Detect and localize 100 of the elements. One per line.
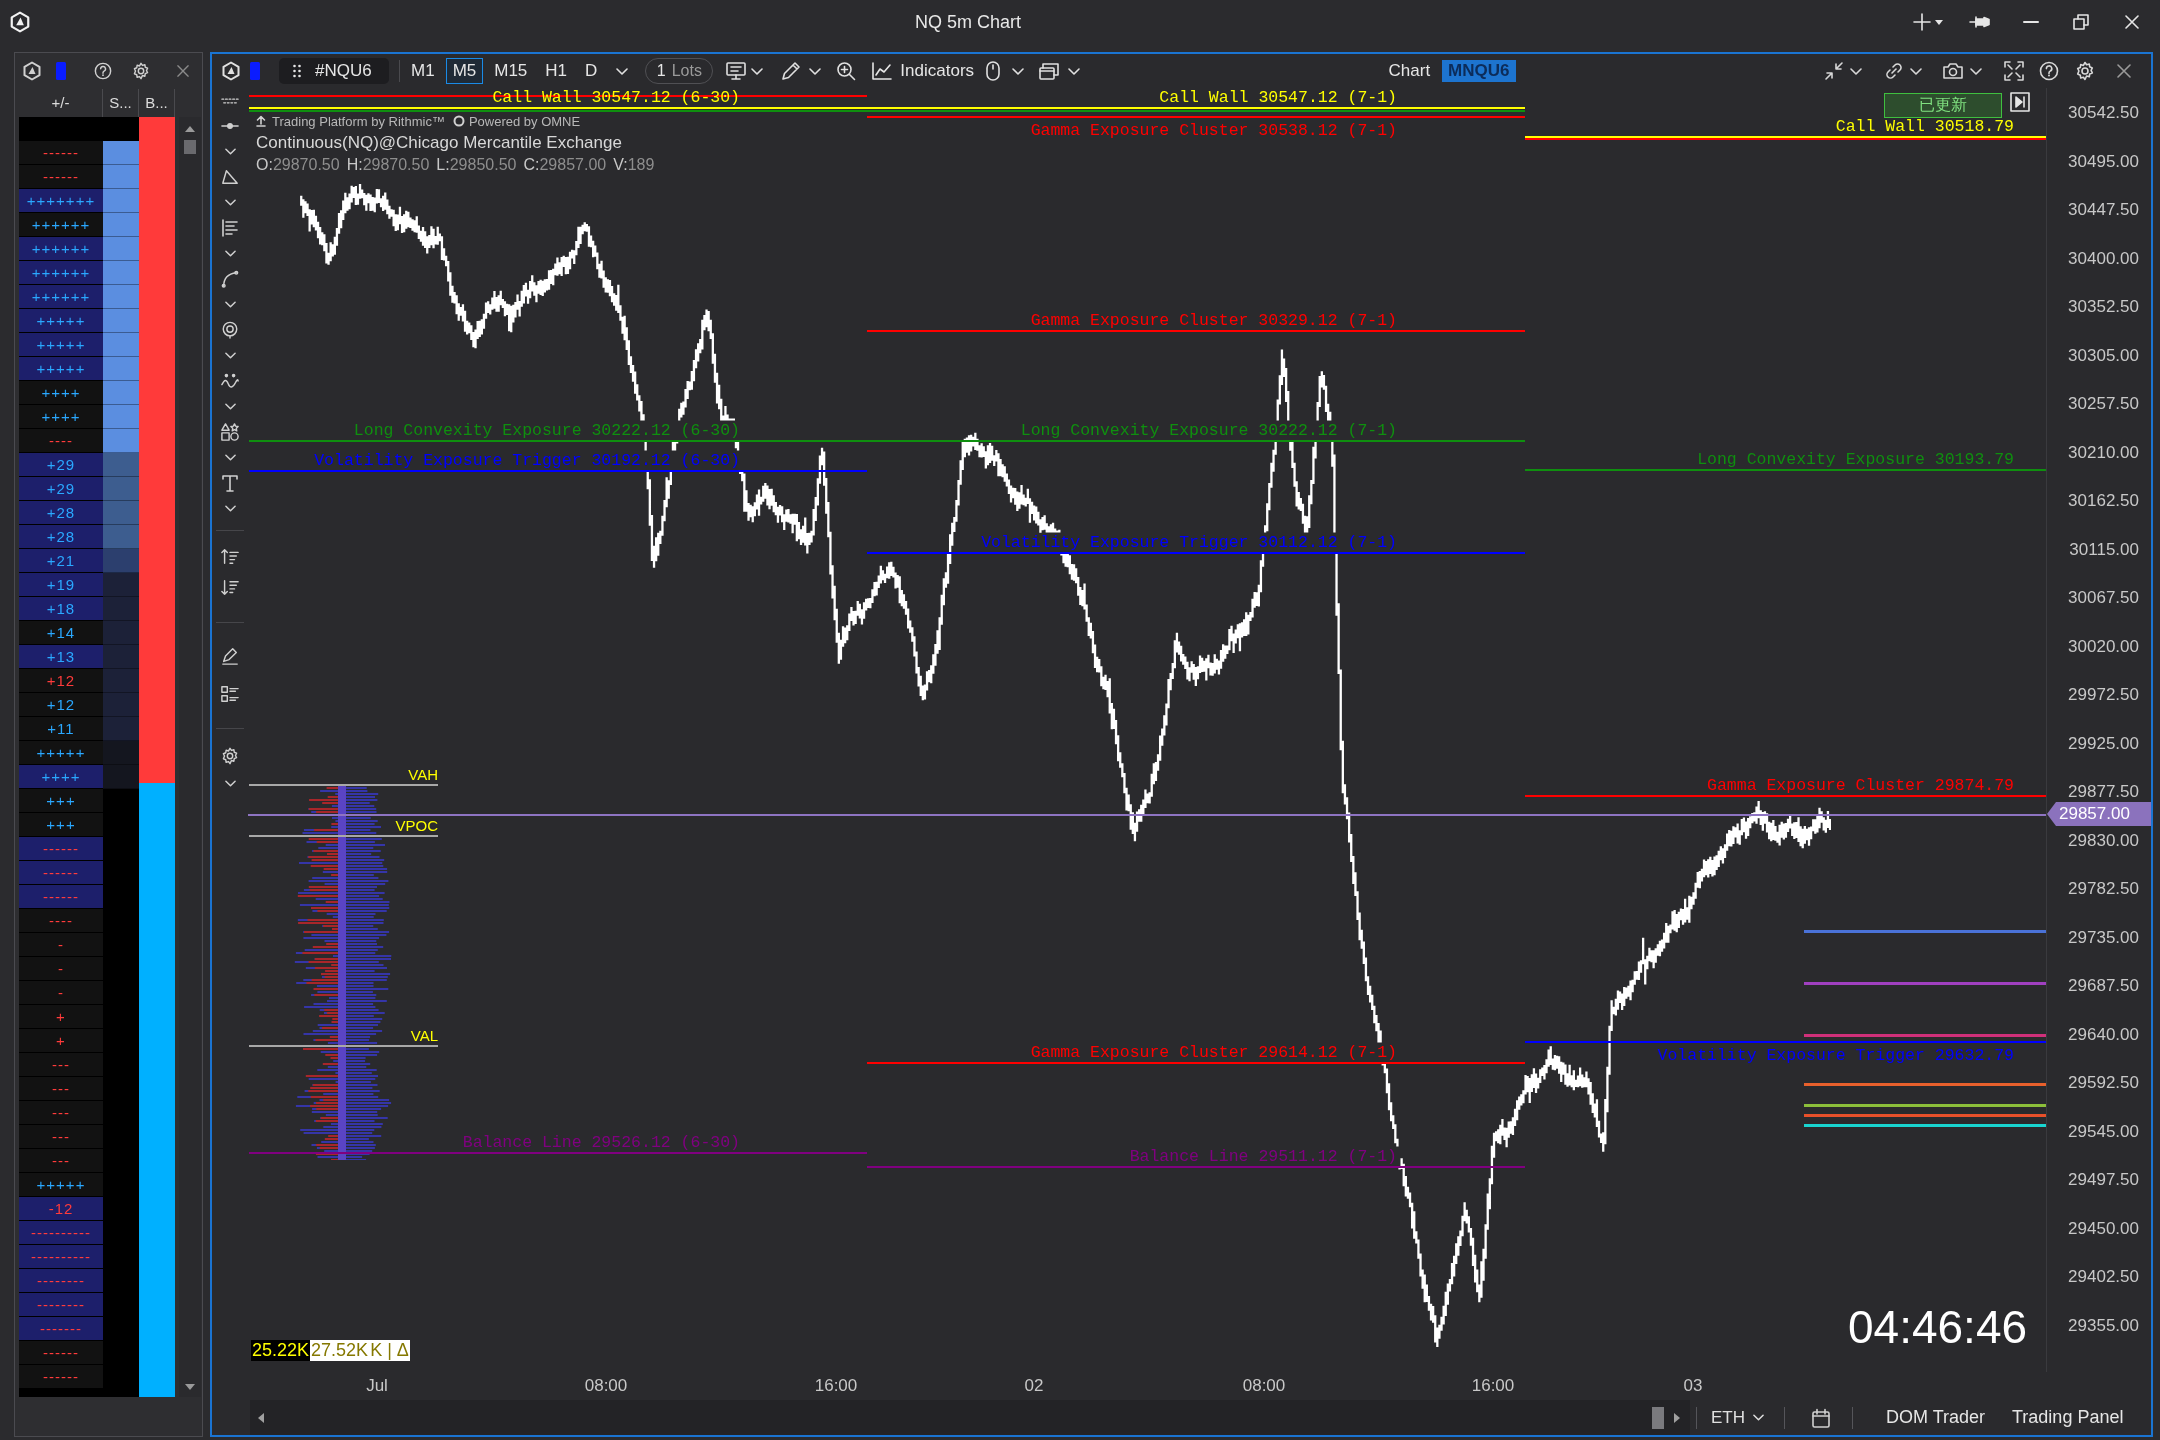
list-icon[interactable] xyxy=(221,685,239,703)
timeframe-tab[interactable]: H1 xyxy=(538,58,575,84)
logo-icon xyxy=(22,61,42,81)
swatch-icon[interactable] xyxy=(56,62,66,80)
help-icon[interactable] xyxy=(94,62,112,80)
caret-icon[interactable] xyxy=(224,403,236,411)
shrink-icon[interactable] xyxy=(1824,61,1844,81)
zoom-in-icon[interactable] xyxy=(836,61,857,81)
triangle-icon[interactable] xyxy=(221,168,239,187)
ohlc-label: V: xyxy=(613,155,628,175)
target-icon[interactable] xyxy=(221,321,239,340)
ohlc-label: C: xyxy=(523,155,540,175)
wave-icon[interactable] xyxy=(221,372,239,391)
ohlc-label: O: xyxy=(256,155,273,175)
caret-icon[interactable] xyxy=(224,148,236,156)
level-label: Volatility Exposure Trigger 30192.12 (6-30) xyxy=(314,452,740,469)
price-label: 29830.00 xyxy=(2068,830,2139,851)
close-icon[interactable] xyxy=(2117,64,2131,78)
level-label: Balance Line 29526.12 (6-30) xyxy=(462,1134,740,1151)
update-button[interactable]: 已更新 xyxy=(1884,93,2002,118)
timeframe-tab[interactable]: M15 xyxy=(487,58,535,84)
timeframe-tab[interactable]: D xyxy=(578,58,605,84)
curve-icon[interactable] xyxy=(221,270,239,289)
text-tool-icon[interactable] xyxy=(221,474,239,493)
dom-cell: +29 xyxy=(19,453,103,477)
sort-ascending-icon[interactable] xyxy=(221,547,239,565)
caret-icon[interactable] xyxy=(224,780,236,787)
camera-icon[interactable] xyxy=(1942,62,1964,80)
indicators-button[interactable]: Indicators xyxy=(872,57,975,85)
shapes-icon[interactable] xyxy=(221,423,239,442)
price-label: 29735.00 xyxy=(2068,927,2139,948)
dom-cell: +++ xyxy=(19,789,103,813)
dom-cell: ---- xyxy=(19,429,103,453)
price-label: 30495.00 xyxy=(2068,151,2139,172)
price-label: 30162.50 xyxy=(2068,491,2139,512)
pencil-icon[interactable] xyxy=(781,61,802,81)
caret-icon[interactable] xyxy=(1850,67,1862,75)
help-icon[interactable] xyxy=(2039,61,2059,81)
caret-icon[interactable] xyxy=(224,352,236,360)
caret-icon[interactable] xyxy=(1068,67,1081,75)
timeframe-tab[interactable]: M1 xyxy=(404,58,442,84)
caret-icon[interactable] xyxy=(1012,67,1025,75)
settings-icon[interactable] xyxy=(132,62,150,80)
restore-icon[interactable] xyxy=(2073,14,2089,30)
link-icon[interactable] xyxy=(1884,61,1904,81)
lines-icon[interactable] xyxy=(221,219,239,238)
calendar-icon[interactable] xyxy=(1811,1407,1831,1428)
session-dropdown[interactable]: ETH xyxy=(1711,1403,1764,1432)
fullscreen-icon[interactable] xyxy=(2004,61,2024,81)
ohlc-value: 29857.00 xyxy=(539,155,607,175)
skip-end-icon[interactable] xyxy=(2010,92,2030,112)
scroll-up-icon[interactable] xyxy=(185,126,195,132)
caret-icon[interactable] xyxy=(751,67,764,75)
price-label: 30257.50 xyxy=(2068,394,2139,415)
caret-icon[interactable] xyxy=(224,199,236,207)
caret-icon[interactable] xyxy=(1910,67,1922,75)
caret-icon[interactable] xyxy=(224,301,236,309)
caret-icon[interactable] xyxy=(1935,19,1943,25)
scroll-right-icon[interactable] xyxy=(1674,1412,1680,1423)
pen-icon[interactable] xyxy=(221,647,239,665)
settings-icon[interactable] xyxy=(2075,61,2095,81)
caret-icon[interactable] xyxy=(809,67,822,75)
plus-icon[interactable] xyxy=(1913,13,1931,31)
caret-icon[interactable] xyxy=(616,67,629,75)
dom-cell: +19 xyxy=(19,573,103,597)
swatch-icon[interactable] xyxy=(250,62,260,80)
dom-cell: +12 xyxy=(19,693,103,717)
windows-icon[interactable] xyxy=(1039,62,1060,80)
level-label: Long Convexity Exposure 30222.12 (6-30) xyxy=(353,422,740,439)
timeframe-tab[interactable]: M5 xyxy=(445,58,484,84)
dom-cell: +++++ xyxy=(19,357,103,381)
caret-icon[interactable] xyxy=(224,250,236,258)
ohlc-value: 29870.50 xyxy=(272,155,340,175)
dom-cell: ---- xyxy=(19,909,103,933)
price-label: 29640.00 xyxy=(2068,1024,2139,1045)
dom-cell: +++ xyxy=(19,813,103,837)
scroll-left-icon[interactable] xyxy=(258,1412,264,1423)
level-label: Long Convexity Exposure 30193.79 xyxy=(1697,451,2014,468)
price-label: 29497.50 xyxy=(2068,1170,2139,1191)
caret-icon[interactable] xyxy=(224,505,236,513)
monitor-icon[interactable] xyxy=(726,62,747,80)
pin-icon[interactable] xyxy=(1969,15,1991,29)
price-label: 30210.00 xyxy=(2068,442,2139,463)
minimize-icon[interactable] xyxy=(2023,20,2039,24)
dom-cell: ------ xyxy=(19,861,103,885)
sort-descending-icon[interactable] xyxy=(221,579,239,597)
price-label: 30400.00 xyxy=(2068,248,2139,269)
scroll-thumb[interactable] xyxy=(1652,1406,1664,1429)
price-label: 29877.50 xyxy=(2068,782,2139,803)
mouse-icon[interactable] xyxy=(986,61,1001,81)
symbol-button[interactable]: #NQU6 xyxy=(279,58,389,84)
scroll-thumb[interactable] xyxy=(184,140,196,154)
caret-icon[interactable] xyxy=(1970,67,1982,75)
panel-button[interactable]: Trading Panel xyxy=(2012,1403,2124,1432)
caret-icon[interactable] xyxy=(224,454,236,462)
price-label: 30305.00 xyxy=(2068,345,2139,366)
window-title: NQ 5m Chart xyxy=(914,11,1022,33)
panel-button[interactable]: DOM Trader xyxy=(1886,1403,1986,1432)
scroll-down-icon[interactable] xyxy=(185,1384,195,1390)
settings-icon[interactable] xyxy=(221,747,239,765)
